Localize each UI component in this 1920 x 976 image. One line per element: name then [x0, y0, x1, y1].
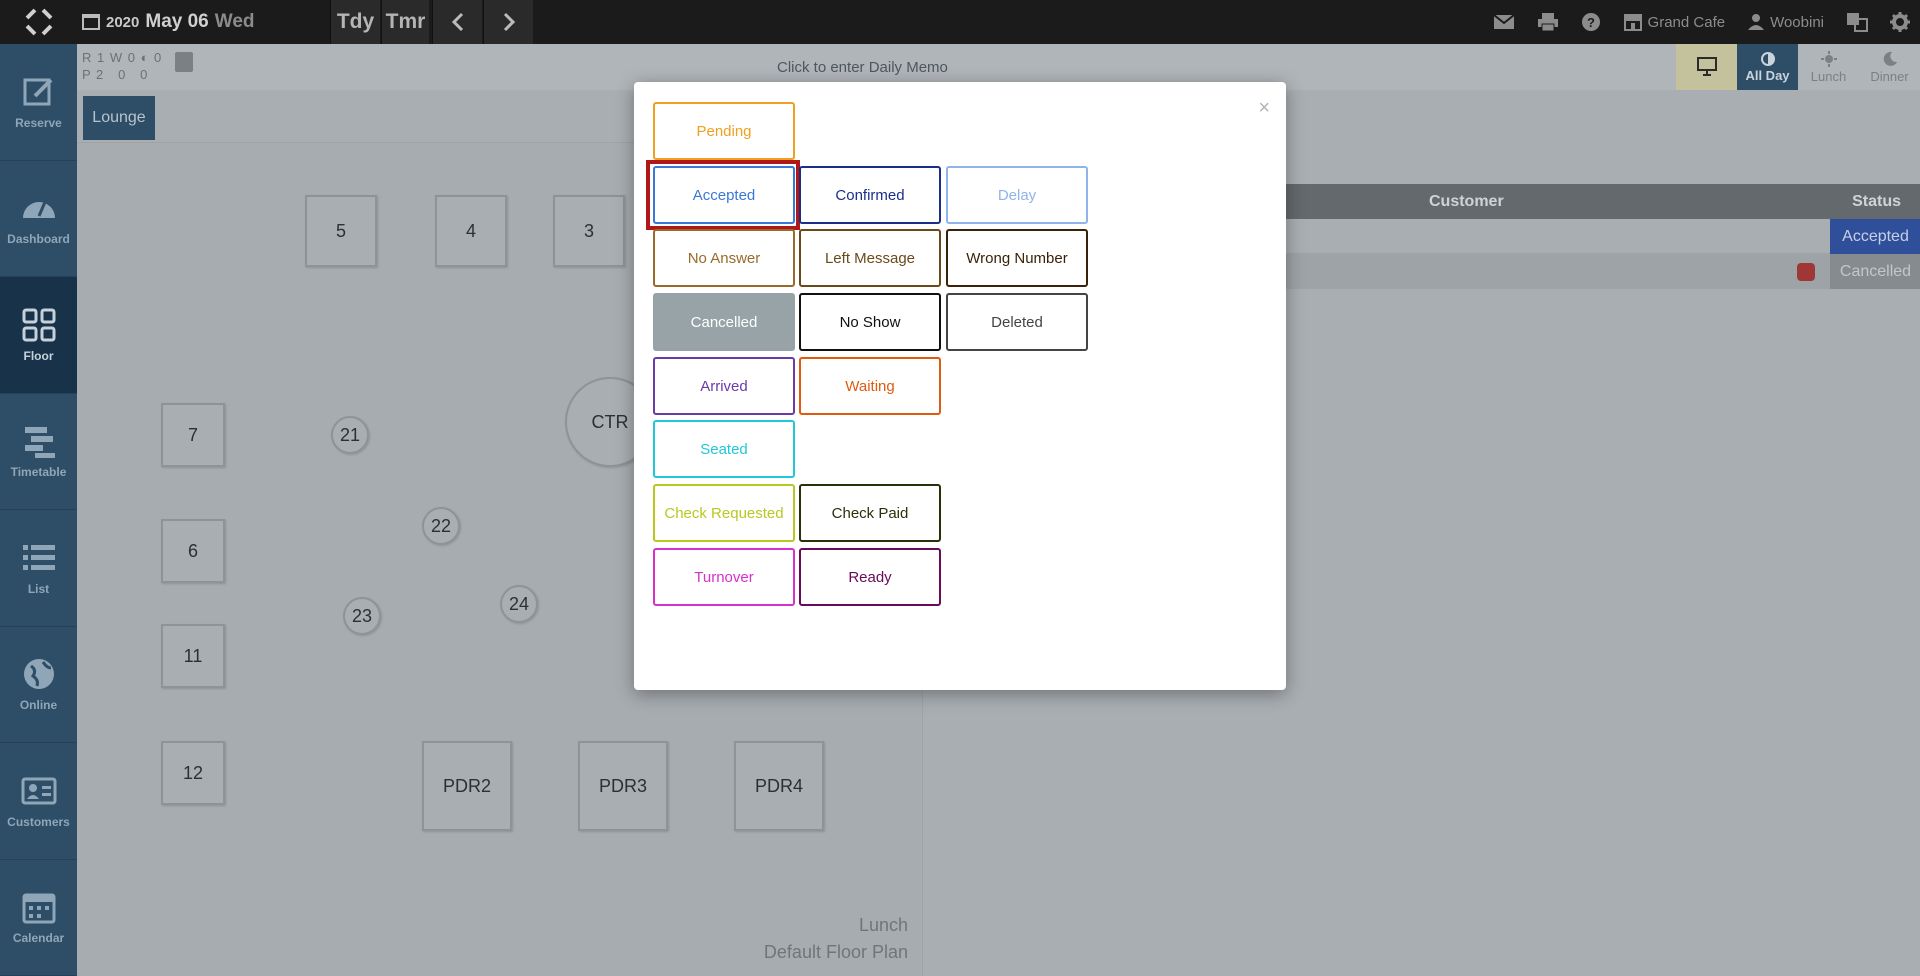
- status-check-requested-button[interactable]: Check Requested: [653, 484, 795, 542]
- status-arrived-button[interactable]: Arrived: [653, 357, 795, 415]
- status-turnover-button[interactable]: Turnover: [653, 548, 795, 606]
- status-no-show-button[interactable]: No Show: [799, 293, 941, 351]
- status-pending-button[interactable]: Pending: [653, 102, 795, 160]
- status-accepted-button[interactable]: Accepted: [653, 166, 795, 224]
- status-seated-button[interactable]: Seated: [653, 420, 795, 478]
- status-check-paid-button[interactable]: Check Paid: [799, 484, 941, 542]
- status-wrong-number-button[interactable]: Wrong Number: [946, 229, 1088, 287]
- status-select-modal: × Pending Accepted Confirmed Delay No An…: [634, 82, 1286, 690]
- status-deleted-button[interactable]: Deleted: [946, 293, 1088, 351]
- status-left-message-button[interactable]: Left Message: [799, 229, 941, 287]
- status-confirmed-button[interactable]: Confirmed: [799, 166, 941, 224]
- status-delay-button[interactable]: Delay: [946, 166, 1088, 224]
- status-ready-button[interactable]: Ready: [799, 548, 941, 606]
- status-no-answer-button[interactable]: No Answer: [653, 229, 795, 287]
- close-icon[interactable]: ×: [1258, 98, 1270, 118]
- status-cancelled-button[interactable]: Cancelled: [653, 293, 795, 351]
- status-waiting-button[interactable]: Waiting: [799, 357, 941, 415]
